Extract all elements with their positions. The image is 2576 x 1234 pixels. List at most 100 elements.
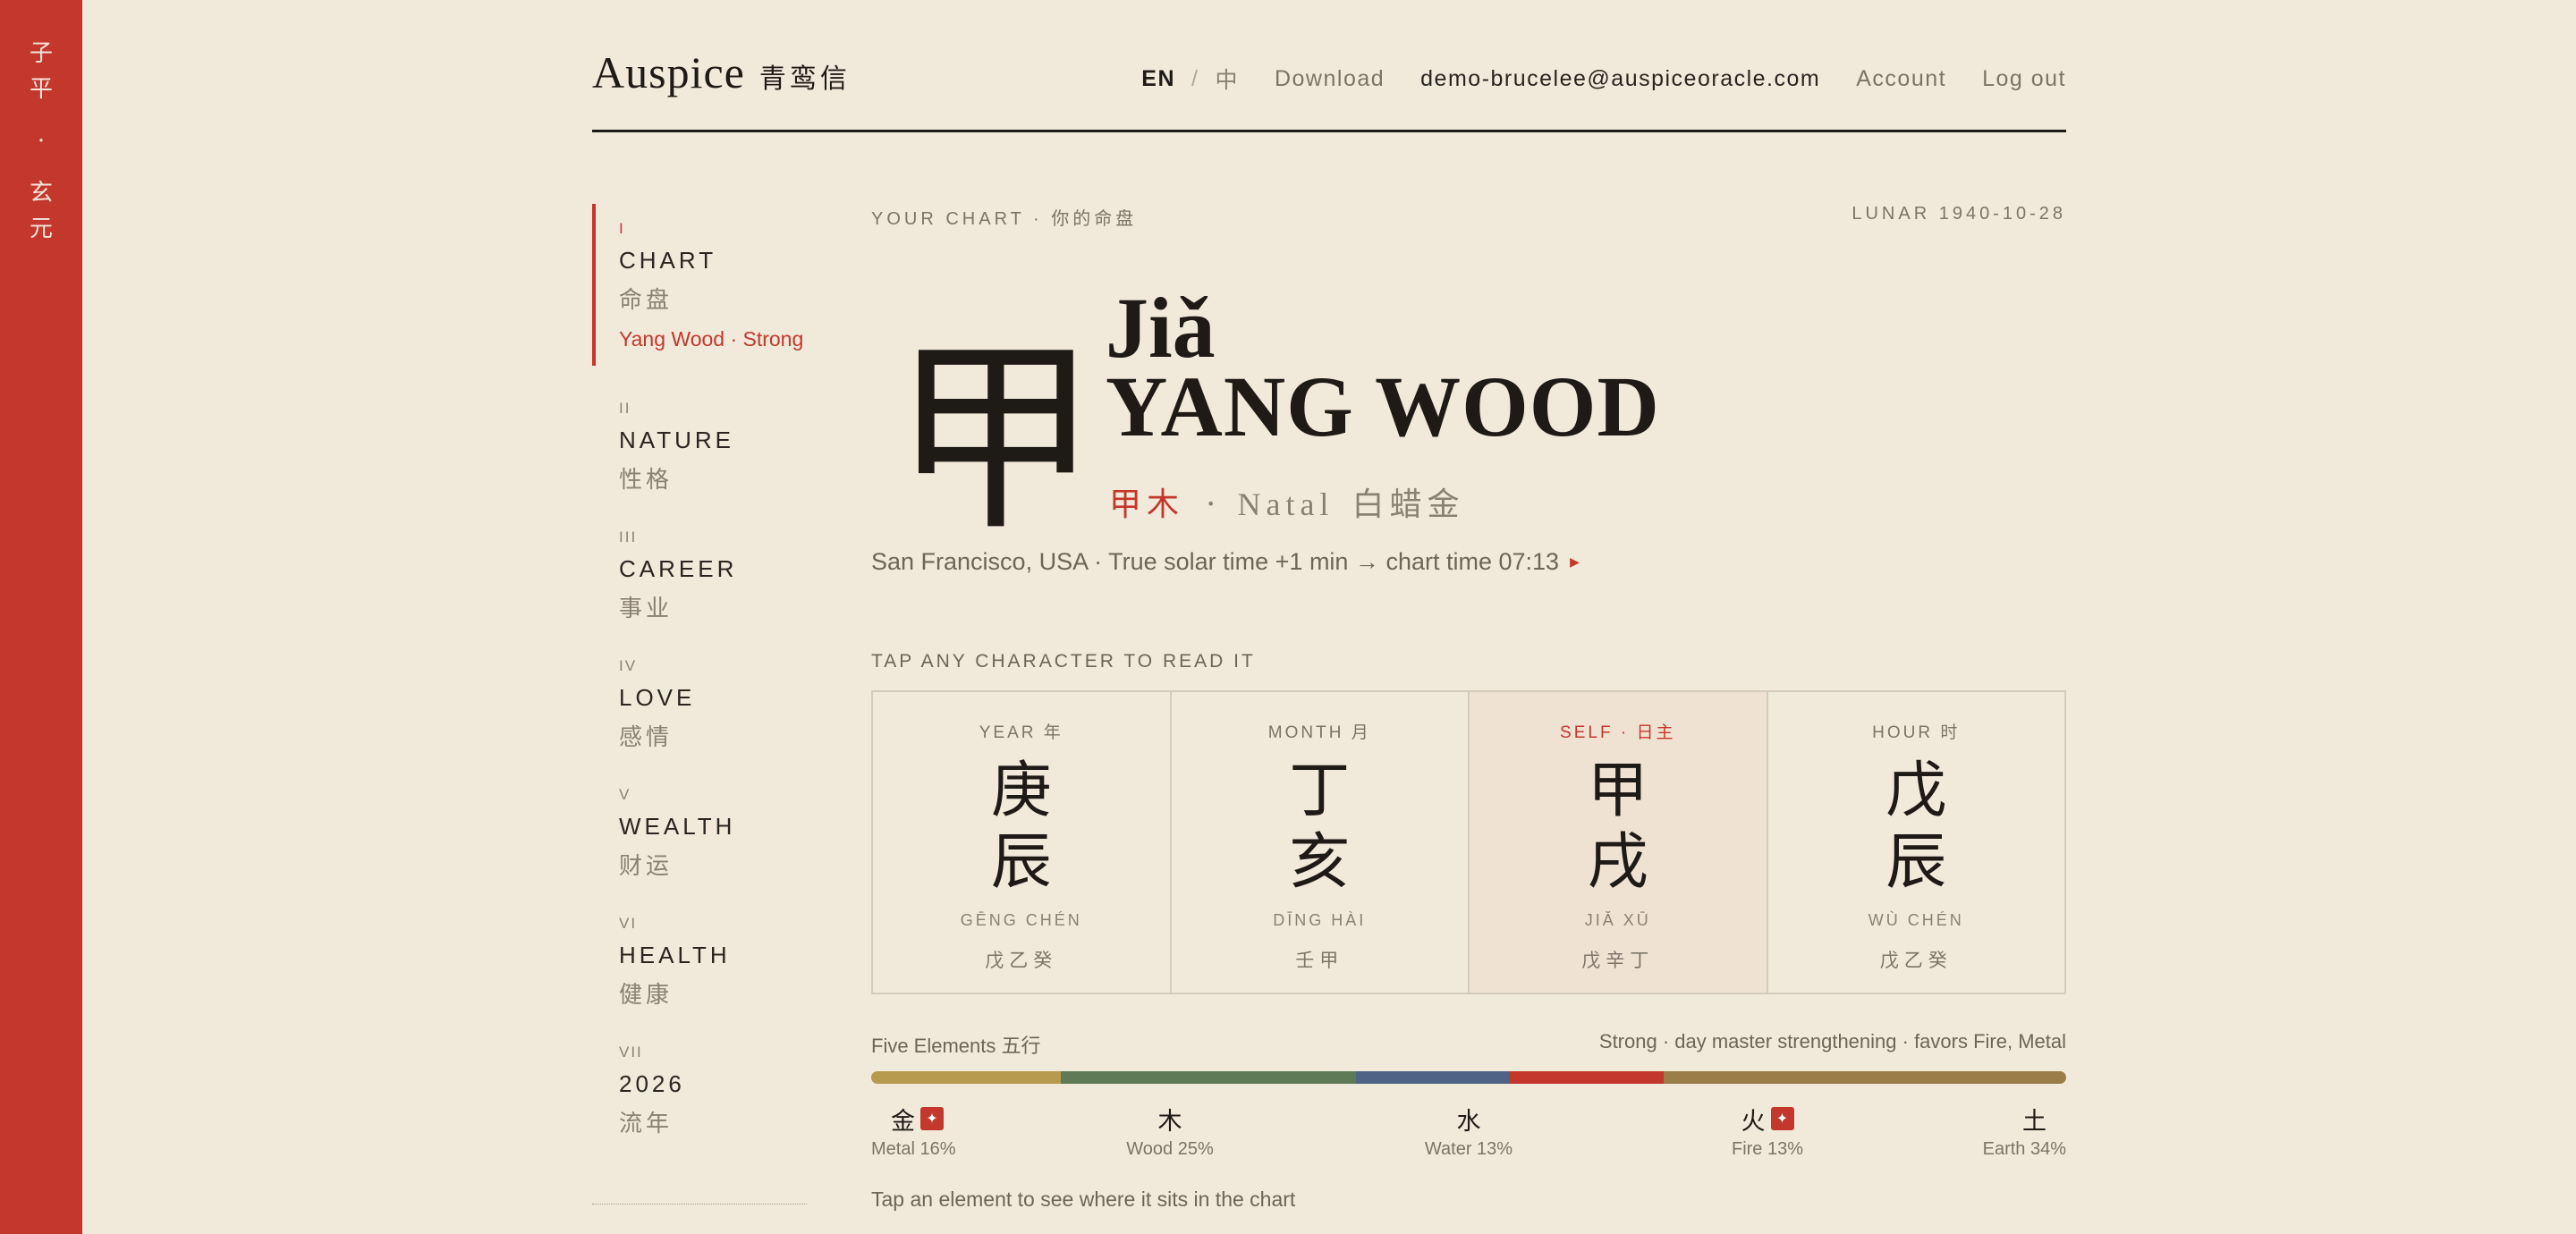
download-link[interactable]: Download: [1275, 66, 1385, 92]
chart-eyebrow: YOUR CHART · 你的命盘: [871, 209, 1138, 229]
rail-text: 子 平 · 玄 元: [0, 36, 82, 247]
pillar-pinyin: WÙ CHÉN: [1868, 911, 1964, 929]
element-glyph-text: 水: [1456, 1107, 1481, 1136]
sidebar-item-number: II: [619, 400, 631, 417]
element-glyph: 木: [1098, 1103, 1241, 1136]
day-master-subtitle: 甲木 · Natal 白蜡金: [1109, 478, 1464, 525]
element-bar-segment[interactable]: [1356, 1071, 1511, 1084]
sidebar-item-label-zh: 财运: [619, 853, 674, 880]
account-link[interactable]: Account: [1856, 66, 1946, 92]
element-percentage: Earth 34%: [1982, 1139, 2066, 1159]
logo-chinese: 青鸾信: [758, 63, 851, 95]
pillar-pinyin: GĒNG CHÉN: [960, 911, 1082, 929]
element-legend-item[interactable]: 金 ✦ Metal 16%: [871, 1103, 1014, 1160]
pillar-label: SELF · 日主: [1560, 723, 1676, 742]
sidebar-item-label-zh: 感情: [619, 724, 674, 751]
element-bar-segment[interactable]: [1060, 1071, 1357, 1084]
element-bar-segment[interactable]: [1510, 1071, 1665, 1084]
pillar-branch[interactable]: 戌: [1470, 827, 1767, 899]
pillar-label: YEAR 年: [979, 723, 1063, 742]
five-elements-header: Five Elements 五行 Strong · day master str…: [871, 1030, 2066, 1059]
sidebar-item-wealth[interactable]: V WEALTH 财运: [592, 786, 807, 881]
element-bar-segment[interactable]: [871, 1071, 1061, 1084]
element-percentage: Metal 16%: [871, 1139, 956, 1159]
sidebar-nav: I CHART 命盘 Yang Wood · Strong II NATURE …: [592, 204, 807, 1172]
main-content: YOUR CHART · 你的命盘 LUNAR 1940-10-28 甲 Jiǎ…: [871, 204, 2066, 1211]
strength-note: Strong · day master strengthening · favo…: [1598, 1030, 2066, 1052]
element-legend-item[interactable]: 火 ✦ Fire 13%: [1696, 1103, 1839, 1160]
sidebar-item-number: III: [619, 528, 638, 545]
pillar-pinyin: JIǍ XŪ: [1584, 911, 1651, 929]
element-glyph: 火 ✦: [1696, 1103, 1839, 1136]
sidebar-item-health[interactable]: VI HEALTH 健康: [592, 915, 807, 1010]
element-bar-segment[interactable]: [1664, 1071, 2066, 1084]
sidebar-item-label: WEALTH: [619, 813, 736, 840]
element-percentage: Water 13%: [1424, 1139, 1513, 1159]
four-pillars-grid: YEAR 年 庚 辰 GĒNG CHÉN 戊乙癸 MONTH 月 丁 亥 DĪN…: [871, 690, 2066, 994]
location-line[interactable]: San Francisco, USA · True solar time +1 …: [871, 548, 1580, 576]
element-percentage: Wood 25%: [1126, 1139, 1214, 1159]
pillar-hidden-stems: 壬甲: [1295, 951, 1344, 971]
sidebar-item-label: CHART: [619, 247, 717, 274]
natal-label: Natal: [1237, 486, 1335, 522]
location-text: San Francisco, USA · True solar time +1 …: [871, 548, 1560, 575]
sidebar-item-label-zh: 事业: [619, 596, 674, 622]
subtitle-separator: ·: [1206, 486, 1216, 523]
element-percentage: Fire 13%: [1731, 1139, 1804, 1159]
lang-zh-button[interactable]: 中: [1215, 63, 1239, 95]
element-glyph-text: 金: [891, 1107, 915, 1136]
sidebar-item-career[interactable]: III CAREER 事业: [592, 528, 807, 623]
element-glyph-text: 土: [2022, 1107, 2046, 1136]
pillar-branch[interactable]: 辰: [873, 827, 1170, 899]
sidebar-item-number: VI: [619, 915, 638, 932]
sidebar-item-label: CAREER: [619, 555, 738, 582]
pillar-label: HOUR 时: [1872, 723, 1961, 742]
pillar-stem[interactable]: 戊: [1768, 756, 2065, 827]
sidebar-item-nature[interactable]: II NATURE 性格: [592, 400, 807, 494]
sidebar-item-label: 2026: [619, 1070, 685, 1097]
pillar-hidden-stems: 戊乙癸: [1879, 951, 1953, 971]
pillar-branch[interactable]: 辰: [1768, 827, 2065, 899]
element-glyph-text: 火: [1741, 1107, 1766, 1136]
pillar-year[interactable]: YEAR 年 庚 辰 GĒNG CHÉN 戊乙癸: [873, 692, 1172, 993]
day-master-hero: 甲 Jiǎ YANG WOOD 甲木 · Natal 白蜡金: [871, 230, 2066, 543]
pillar-hour[interactable]: HOUR 时 戊 辰 WÙ CHÉN 戊乙癸: [1768, 692, 2065, 993]
logout-link[interactable]: Log out: [1982, 66, 2066, 92]
pillar-self[interactable]: SELF · 日主 甲 戌 JIǍ XŪ 戊辛丁: [1470, 692, 1768, 993]
element-glyph: 金 ✦: [871, 1103, 1014, 1136]
top-nav: EN / 中 Download demo-brucelee@auspiceora…: [1141, 63, 2066, 95]
pillar-stem[interactable]: 丁: [1172, 756, 1469, 827]
element-legend-item[interactable]: 水 Water 13%: [1397, 1103, 1540, 1160]
element-legend-item[interactable]: 土 Earth 34%: [1923, 1103, 2066, 1160]
sidebar-item-label-zh: 流年: [619, 1111, 674, 1137]
sidebar-item-label: HEALTH: [619, 942, 731, 968]
sidebar-item-label-zh: 命盘: [619, 287, 674, 314]
day-master-element-zh: 甲木: [1109, 486, 1185, 523]
element-legend-item[interactable]: 木 Wood 25%: [1098, 1103, 1241, 1160]
rail-char: 子: [29, 40, 53, 67]
sidebar-item-2026[interactable]: VII 2026 流年: [592, 1044, 807, 1138]
lunar-date: LUNAR 1940-10-28: [1852, 204, 2066, 224]
rail-char: 玄: [29, 180, 53, 207]
lang-en-button[interactable]: EN: [1141, 66, 1175, 92]
sidebar-item-label: NATURE: [619, 427, 734, 453]
pillar-branch[interactable]: 亥: [1172, 827, 1469, 899]
logo[interactable]: Auspice 青鸾信: [592, 46, 851, 104]
elements-hint: Tap an element to see where it sits in t…: [871, 1188, 1296, 1211]
left-rail: 子 平 · 玄 元: [0, 0, 82, 1234]
element-glyph: 水: [1397, 1103, 1540, 1136]
sidebar-item-number: VII: [619, 1044, 643, 1061]
chart-eyebrow-row: YOUR CHART · 你的命盘 LUNAR 1940-10-28: [871, 204, 2066, 230]
sidebar-item-label-zh: 性格: [619, 467, 674, 494]
sparkle-icon: ✦: [1770, 1107, 1794, 1130]
sidebar-item-subtitle: Yang Wood · Strong: [619, 327, 804, 351]
five-elements-bar: [871, 1071, 2066, 1084]
pillar-month[interactable]: MONTH 月 丁 亥 DĪNG HÀI 壬甲: [1172, 692, 1470, 993]
pillar-stem[interactable]: 庚: [873, 756, 1170, 827]
sidebar-item-chart[interactable]: I CHART 命盘 Yang Wood · Strong: [592, 204, 807, 366]
pillar-stem[interactable]: 甲: [1470, 756, 1767, 827]
pillar-pinyin: DĪNG HÀI: [1273, 911, 1367, 929]
user-email: demo-brucelee@auspiceoracle.com: [1420, 65, 1821, 91]
lang-separator: /: [1191, 65, 1199, 91]
sidebar-item-love[interactable]: IV LOVE 感情: [592, 657, 807, 752]
